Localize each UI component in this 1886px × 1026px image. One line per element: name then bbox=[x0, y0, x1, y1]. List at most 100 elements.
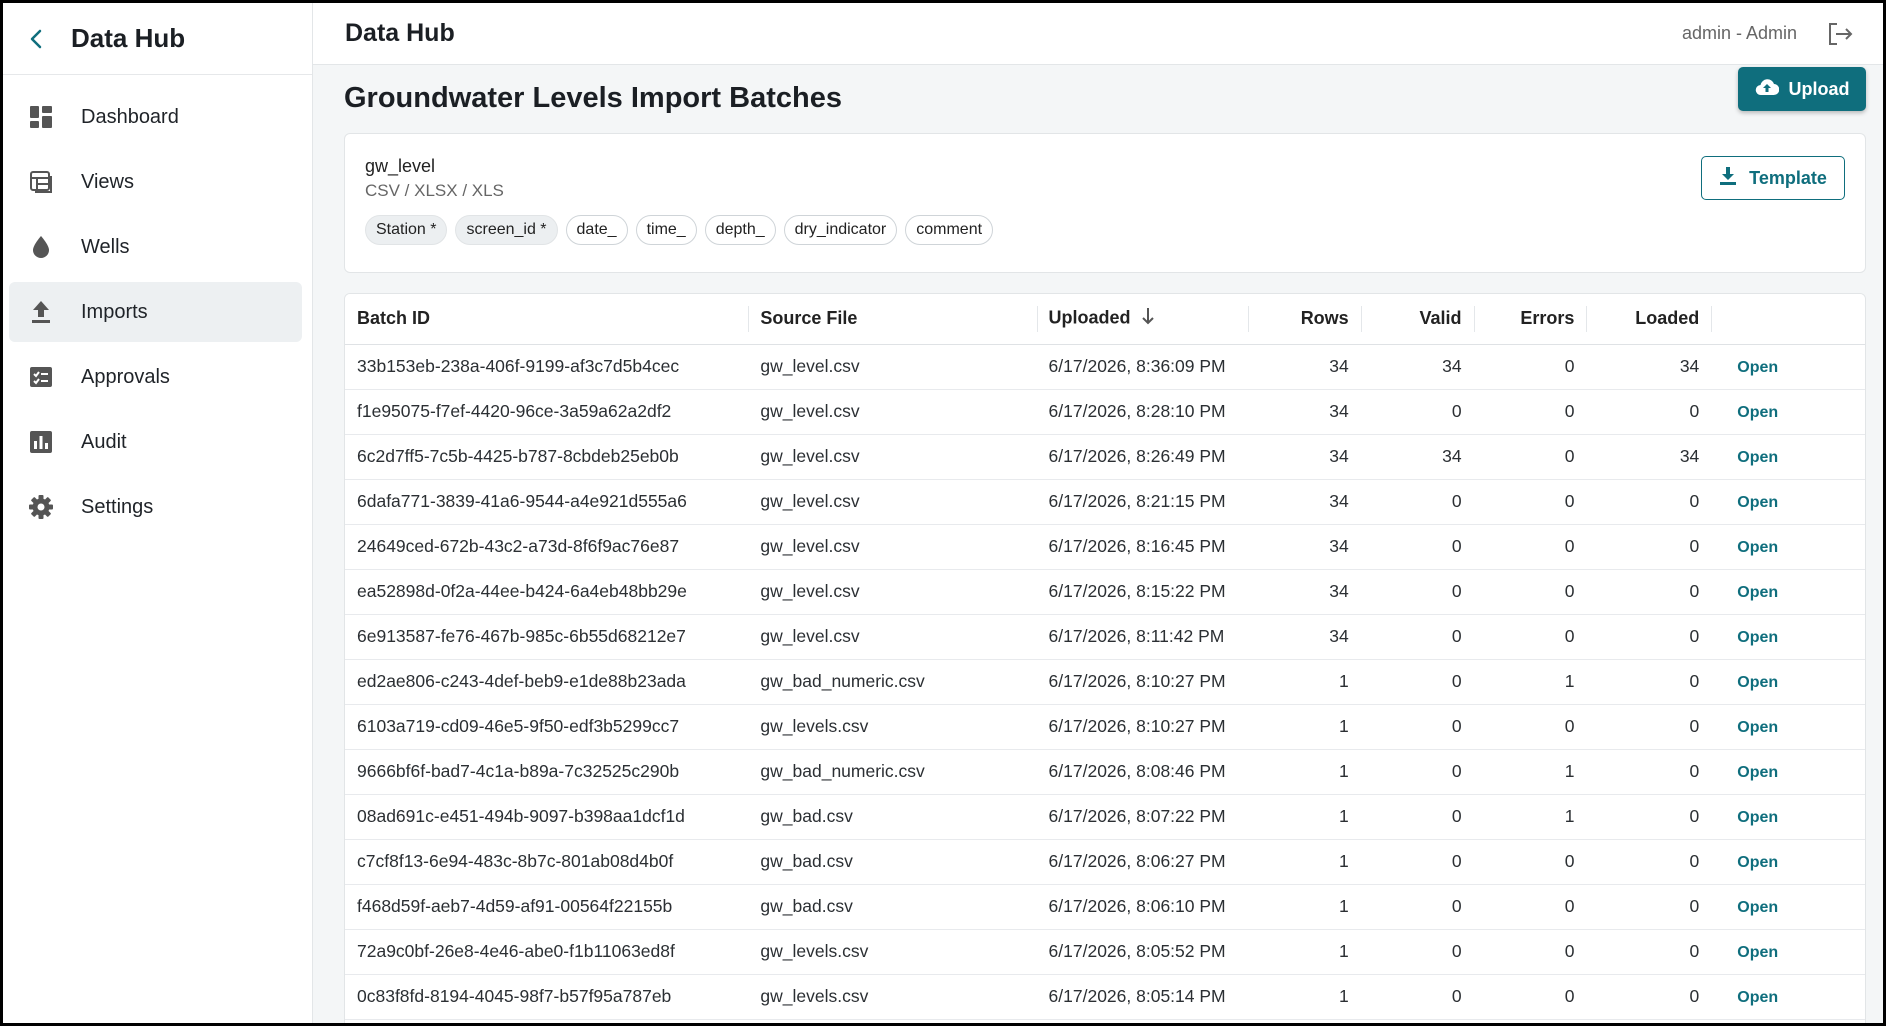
open-batch-link[interactable]: Open bbox=[1723, 404, 1778, 421]
errors-cell: 0 bbox=[1473, 704, 1587, 750]
batches-table-card: Batch ID Source File Uploaded Rows Valid… bbox=[344, 293, 1866, 1023]
bar-chart-icon bbox=[27, 428, 55, 456]
actions-cell: Open bbox=[1711, 479, 1865, 525]
rows-cell: 34 bbox=[1247, 524, 1361, 570]
sidebar-title: Data Hub bbox=[71, 23, 186, 53]
uploaded-cell: 6/17/2026, 8:11:42 PM bbox=[1036, 614, 1248, 660]
upload-button[interactable]: Upload bbox=[1738, 67, 1866, 111]
batch-id-cell: f468d59f-aeb7-4d59-af91-00564f22155b bbox=[345, 884, 749, 930]
table-header-row: Batch ID Source File Uploaded Rows Valid… bbox=[345, 294, 1865, 345]
page-header: Groundwater Levels Import Batches Upload bbox=[344, 65, 1866, 131]
page-title: Groundwater Levels Import Batches bbox=[344, 81, 842, 114]
loaded-cell: 34 bbox=[1586, 344, 1712, 390]
uploaded-cell: 6/17/2026, 8:26:49 PM bbox=[1036, 434, 1248, 480]
source-file-cell: gw_level.csv bbox=[748, 569, 1037, 615]
valid-cell: 34 bbox=[1360, 344, 1474, 390]
sidebar-item-dashboard[interactable]: Dashboard bbox=[9, 87, 302, 147]
open-batch-link[interactable]: Open bbox=[1723, 719, 1778, 736]
errors-cell: 0 bbox=[1473, 974, 1587, 1020]
open-batch-link[interactable]: Open bbox=[1723, 989, 1778, 1006]
open-batch-link[interactable]: Open bbox=[1723, 899, 1778, 916]
open-batch-link[interactable]: Open bbox=[1723, 449, 1778, 466]
uploaded-cell: 6/17/2026, 8:05:14 PM bbox=[1036, 974, 1248, 1020]
open-batch-link[interactable]: Open bbox=[1723, 359, 1778, 376]
column-header-rows[interactable]: Rows bbox=[1247, 294, 1361, 345]
table-row: 9666bf6f-bad7-4c1a-b89a-7c32525c290b gw_b… bbox=[345, 749, 1865, 795]
open-batch-link[interactable]: Open bbox=[1723, 674, 1778, 691]
loaded-cell: 34 bbox=[1586, 434, 1712, 480]
uploaded-cell: 6/17/2026, 8:21:15 PM bbox=[1036, 479, 1248, 525]
column-header-loaded[interactable]: Loaded bbox=[1586, 294, 1712, 345]
table-row: f468d59f-aeb7-4d59-af91-00564f22155b gw_b… bbox=[345, 884, 1865, 930]
open-batch-link[interactable]: Open bbox=[1723, 494, 1778, 511]
sidebar-item-approvals[interactable]: Approvals bbox=[9, 347, 302, 407]
actions-cell: Open bbox=[1711, 884, 1865, 930]
errors-cell: 0 bbox=[1473, 614, 1587, 660]
uploaded-cell: 6/17/2026, 8:08:46 PM bbox=[1036, 749, 1248, 795]
table-row: 6dafa771-3839-41a6-9544-a4e921d555a6 gw_l… bbox=[345, 479, 1865, 525]
uploaded-cell: 6/17/2026, 8:28:10 PM bbox=[1036, 389, 1248, 435]
rows-cell: 1 bbox=[1247, 704, 1361, 750]
uploaded-cell: 6/17/2026, 8:06:27 PM bbox=[1036, 839, 1248, 885]
errors-cell: 0 bbox=[1473, 524, 1587, 570]
open-batch-link[interactable]: Open bbox=[1723, 764, 1778, 781]
batch-id-cell: 08ad691c-e451-494b-9097-b398aa1dcf1d bbox=[345, 794, 749, 840]
open-batch-link[interactable]: Open bbox=[1723, 809, 1778, 826]
column-header-batch-id[interactable]: Batch ID bbox=[345, 294, 749, 345]
source-file-cell: gw_bad_numeric.csv bbox=[748, 659, 1037, 705]
batch-id-cell: 33b153eb-238a-406f-9199-af3c7d5b4cec bbox=[345, 344, 749, 390]
uploaded-cell: 6/17/2026, 8:36:09 PM bbox=[1036, 344, 1248, 390]
errors-cell: 0 bbox=[1473, 884, 1587, 930]
column-header-valid[interactable]: Valid bbox=[1360, 294, 1474, 345]
sidebar: Data Hub Dashboard Views Wells Imports A… bbox=[3, 3, 313, 1023]
logout-icon[interactable] bbox=[1827, 20, 1855, 48]
open-batch-link[interactable]: Open bbox=[1723, 629, 1778, 646]
sidebar-item-audit[interactable]: Audit bbox=[9, 412, 302, 472]
back-chevron-icon[interactable] bbox=[29, 28, 51, 50]
gear-icon bbox=[27, 493, 55, 521]
batch-id-cell: 9666bf6f-bad7-4c1a-b89a-7c32525c290b bbox=[345, 749, 749, 795]
source-file-cell: gw_level.csv bbox=[748, 614, 1037, 660]
batch-id-cell: 24649ced-672b-43c2-a73d-8f6f9ac76e87 bbox=[345, 524, 749, 570]
loaded-cell: 0 bbox=[1586, 659, 1712, 705]
sidebar-item-imports[interactable]: Imports bbox=[9, 282, 302, 342]
open-batch-link[interactable]: Open bbox=[1723, 854, 1778, 871]
rows-cell: 1 bbox=[1247, 839, 1361, 885]
table-row: 0c83f8fd-8194-4045-98f7-b57f95a787eb gw_l… bbox=[345, 974, 1865, 1020]
rows-cell: 1 bbox=[1247, 974, 1361, 1020]
field-chip-required: screen_id * bbox=[455, 215, 558, 245]
column-header-source-file[interactable]: Source File bbox=[748, 294, 1037, 345]
sidebar-item-views[interactable]: Views bbox=[9, 152, 302, 212]
sort-descending-icon bbox=[1141, 307, 1155, 330]
loaded-cell: 0 bbox=[1586, 614, 1712, 660]
loaded-cell: 0 bbox=[1586, 974, 1712, 1020]
uploaded-cell: 6/17/2026, 8:05:52 PM bbox=[1036, 929, 1248, 975]
open-batch-link[interactable]: Open bbox=[1723, 944, 1778, 961]
column-header-uploaded[interactable]: Uploaded bbox=[1036, 294, 1248, 345]
open-batch-link[interactable]: Open bbox=[1723, 584, 1778, 601]
dashboard-icon bbox=[27, 103, 55, 131]
open-batch-link[interactable]: Open bbox=[1723, 539, 1778, 556]
rows-cell: 1 bbox=[1247, 929, 1361, 975]
valid-cell: 0 bbox=[1360, 839, 1474, 885]
table-row: 6c2d7ff5-7c5b-4425-b787-8cbdeb25eb0b gw_l… bbox=[345, 434, 1865, 480]
table-row: f1e95075-f7ef-4420-96ce-3a59a62a2df2 gw_l… bbox=[345, 389, 1865, 435]
source-file-cell: gw_level.csv bbox=[748, 479, 1037, 525]
loaded-cell: 0 bbox=[1586, 389, 1712, 435]
batch-id-cell: c7cf8f13-6e94-483c-8b7c-801ab08d4b0f bbox=[345, 839, 749, 885]
source-file-cell: gw_levels.csv bbox=[748, 974, 1037, 1020]
uploaded-cell: 6/17/2026, 8:06:10 PM bbox=[1036, 884, 1248, 930]
rows-cell: 34 bbox=[1247, 479, 1361, 525]
sidebar-item-wells[interactable]: Wells bbox=[9, 217, 302, 277]
batch-id-cell: 6103a719-cd09-46e5-9f50-edf3b5299cc7 bbox=[345, 704, 749, 750]
valid-cell: 0 bbox=[1360, 389, 1474, 435]
template-download-button[interactable]: Template bbox=[1701, 156, 1845, 200]
column-header-errors[interactable]: Errors bbox=[1473, 294, 1587, 345]
valid-cell: 0 bbox=[1360, 884, 1474, 930]
rows-cell: 1 bbox=[1247, 884, 1361, 930]
source-file-cell: gw_bad.csv bbox=[748, 884, 1037, 930]
actions-cell: Open bbox=[1711, 389, 1865, 435]
sidebar-item-settings[interactable]: Settings bbox=[9, 477, 302, 537]
table-row: 72a9c0bf-26e8-4e46-abe0-f1b11063ed8f gw_l… bbox=[345, 929, 1865, 975]
schema-formats: CSV / XLSX / XLS bbox=[365, 181, 504, 200]
